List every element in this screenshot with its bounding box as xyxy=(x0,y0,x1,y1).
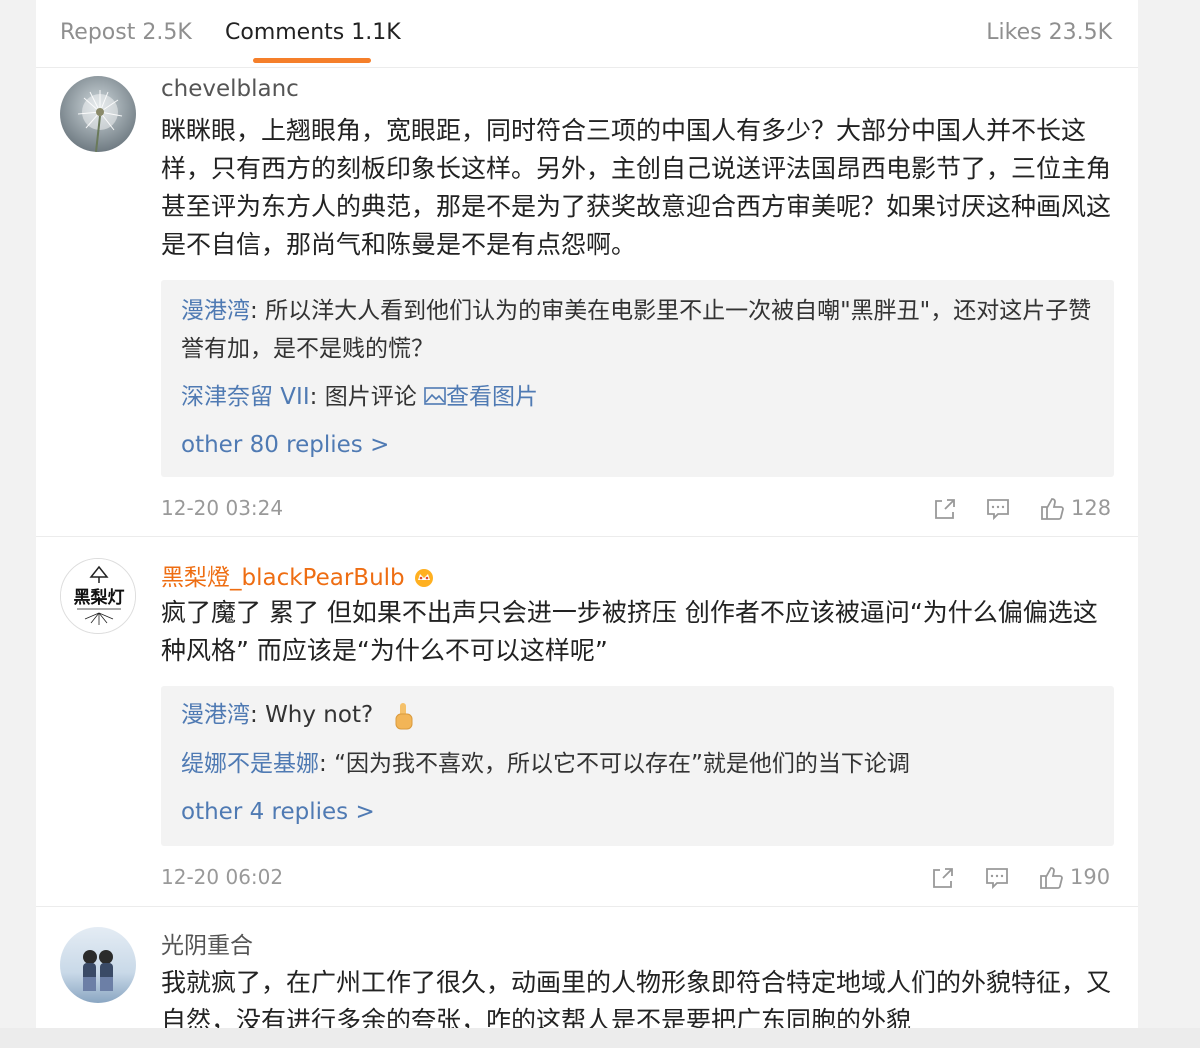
dandelion-avatar-image xyxy=(60,76,136,152)
reply-text: Why not? xyxy=(265,702,374,728)
reply-username[interactable]: 漫港湾 xyxy=(181,702,250,728)
view-image-label: 查看图片 xyxy=(446,384,538,410)
reply-text: “因为我不喜欢，所以它不可以存在”就是他们的当下论调 xyxy=(334,751,910,777)
blackpearbulb-avatar-image: 黑梨灯 xyxy=(61,559,135,633)
comment-meta: 12-20 06:02 190 xyxy=(161,865,1114,895)
svg-text:黑梨灯: 黑梨灯 xyxy=(74,587,125,608)
comment-item: 黑梨灯 黑梨燈_blackPearBulb 疯了魔了 累了 但如果不出声只会进一… xyxy=(36,538,1138,907)
tab-likes[interactable]: Likes 23.5K xyxy=(986,20,1112,45)
comments-panel: Repost 2.5K Comments 1.1K Likes 23.5K ch… xyxy=(36,0,1138,1028)
share-icon[interactable] xyxy=(932,496,958,522)
comment-username[interactable]: chevelblanc xyxy=(161,76,299,102)
comment-item: 光阴重合 我就疯了，在广州工作了很久，动画里的人物形象即符合特定地域人们的外貌特… xyxy=(36,908,1138,1028)
active-tab-indicator xyxy=(253,58,371,63)
reply-preview-box[interactable]: 漫港湾: 所以洋大人看到他们认为的审美在电影里不止一次被自嘲"黑胖丑"，还对这片… xyxy=(161,280,1114,477)
reply-username[interactable]: 深津奈留 VII xyxy=(181,384,310,410)
like-count: 190 xyxy=(1070,865,1111,889)
reply-username[interactable]: 缇娜不是基娜 xyxy=(181,751,319,777)
comment-username-text: 黑梨燈_blackPearBulb xyxy=(161,565,405,591)
page-margin-right xyxy=(1138,0,1200,1028)
tab-repost[interactable]: Repost 2.5K xyxy=(60,20,192,45)
reply-item: 漫港湾: Why not? xyxy=(181,696,1101,734)
comment-text: 我就疯了，在广州工作了很久，动画里的人物形象即符合特定地域人们的外貌特征，又自然… xyxy=(161,968,1112,1028)
comment-text: 疯了魔了 累了 但如果不出声只会进一步被挤压 创作者不应该被逼问“为什么偏偏选这… xyxy=(161,598,1098,665)
more-replies-link[interactable]: other 80 replies > xyxy=(181,432,389,458)
reply-text: 图片评论 xyxy=(324,384,417,410)
reply-item: 缇娜不是基娜: “因为我不喜欢，所以它不可以存在”就是他们的当下论调 xyxy=(181,751,910,777)
two-girls-avatar-image xyxy=(60,927,136,1003)
comment-meta: 12-20 03:24 128 xyxy=(161,496,1114,526)
comment-username[interactable]: 光阴重合 xyxy=(161,926,253,960)
comment-icon[interactable] xyxy=(984,865,1010,891)
image-icon xyxy=(424,387,446,405)
comment-timestamp: 12-20 03:24 xyxy=(161,496,284,520)
like-count: 128 xyxy=(1071,496,1112,520)
thumbs-up-emoji-icon xyxy=(395,702,412,729)
avatar[interactable] xyxy=(60,927,136,1003)
reply-item: 漫港湾: 所以洋大人看到他们认为的审美在电影里不止一次被自嘲"黑胖丑"，还对这片… xyxy=(181,298,1092,362)
reply-username[interactable]: 漫港湾 xyxy=(181,298,250,324)
comment-username[interactable]: 黑梨燈_blackPearBulb xyxy=(161,558,436,592)
reply-text: 所以洋大人看到他们认为的审美在电影里不止一次被自嘲"黑胖丑"，还对这片子赞誉有加… xyxy=(181,298,1092,362)
view-image-link[interactable]: 查看图片 xyxy=(424,384,538,410)
comment-icon[interactable] xyxy=(985,496,1011,522)
comment-text: 眯眯眼，上翘眼角，宽眼距，同时符合三项的中国人有多少？大部分中国人并不长这样，只… xyxy=(161,116,1112,259)
tab-bar: Repost 2.5K Comments 1.1K Likes 23.5K xyxy=(36,0,1138,68)
tab-comments[interactable]: Comments 1.1K xyxy=(225,20,401,45)
avatar[interactable] xyxy=(60,76,136,152)
more-replies-link[interactable]: other 4 replies > xyxy=(181,799,375,825)
avatar[interactable]: 黑梨灯 xyxy=(60,558,136,634)
like-icon[interactable] xyxy=(1038,865,1064,891)
like-icon[interactable] xyxy=(1039,496,1065,522)
reply-item: 深津奈留 VII: 图片评论 查看图片 xyxy=(181,384,538,410)
share-icon[interactable] xyxy=(930,865,956,891)
reply-preview-box[interactable]: 漫港湾: Why not? 缇娜不是基娜: “因为我不喜欢，所以它不可以存在”就… xyxy=(161,686,1114,846)
vip-crown-icon xyxy=(414,569,433,587)
bottom-bar xyxy=(0,1028,1200,1048)
comment-item: chevelblanc 眯眯眼，上翘眼角，宽眼距，同时符合三项的中国人有多少？大… xyxy=(36,68,1138,537)
comment-timestamp: 12-20 06:02 xyxy=(161,865,284,889)
